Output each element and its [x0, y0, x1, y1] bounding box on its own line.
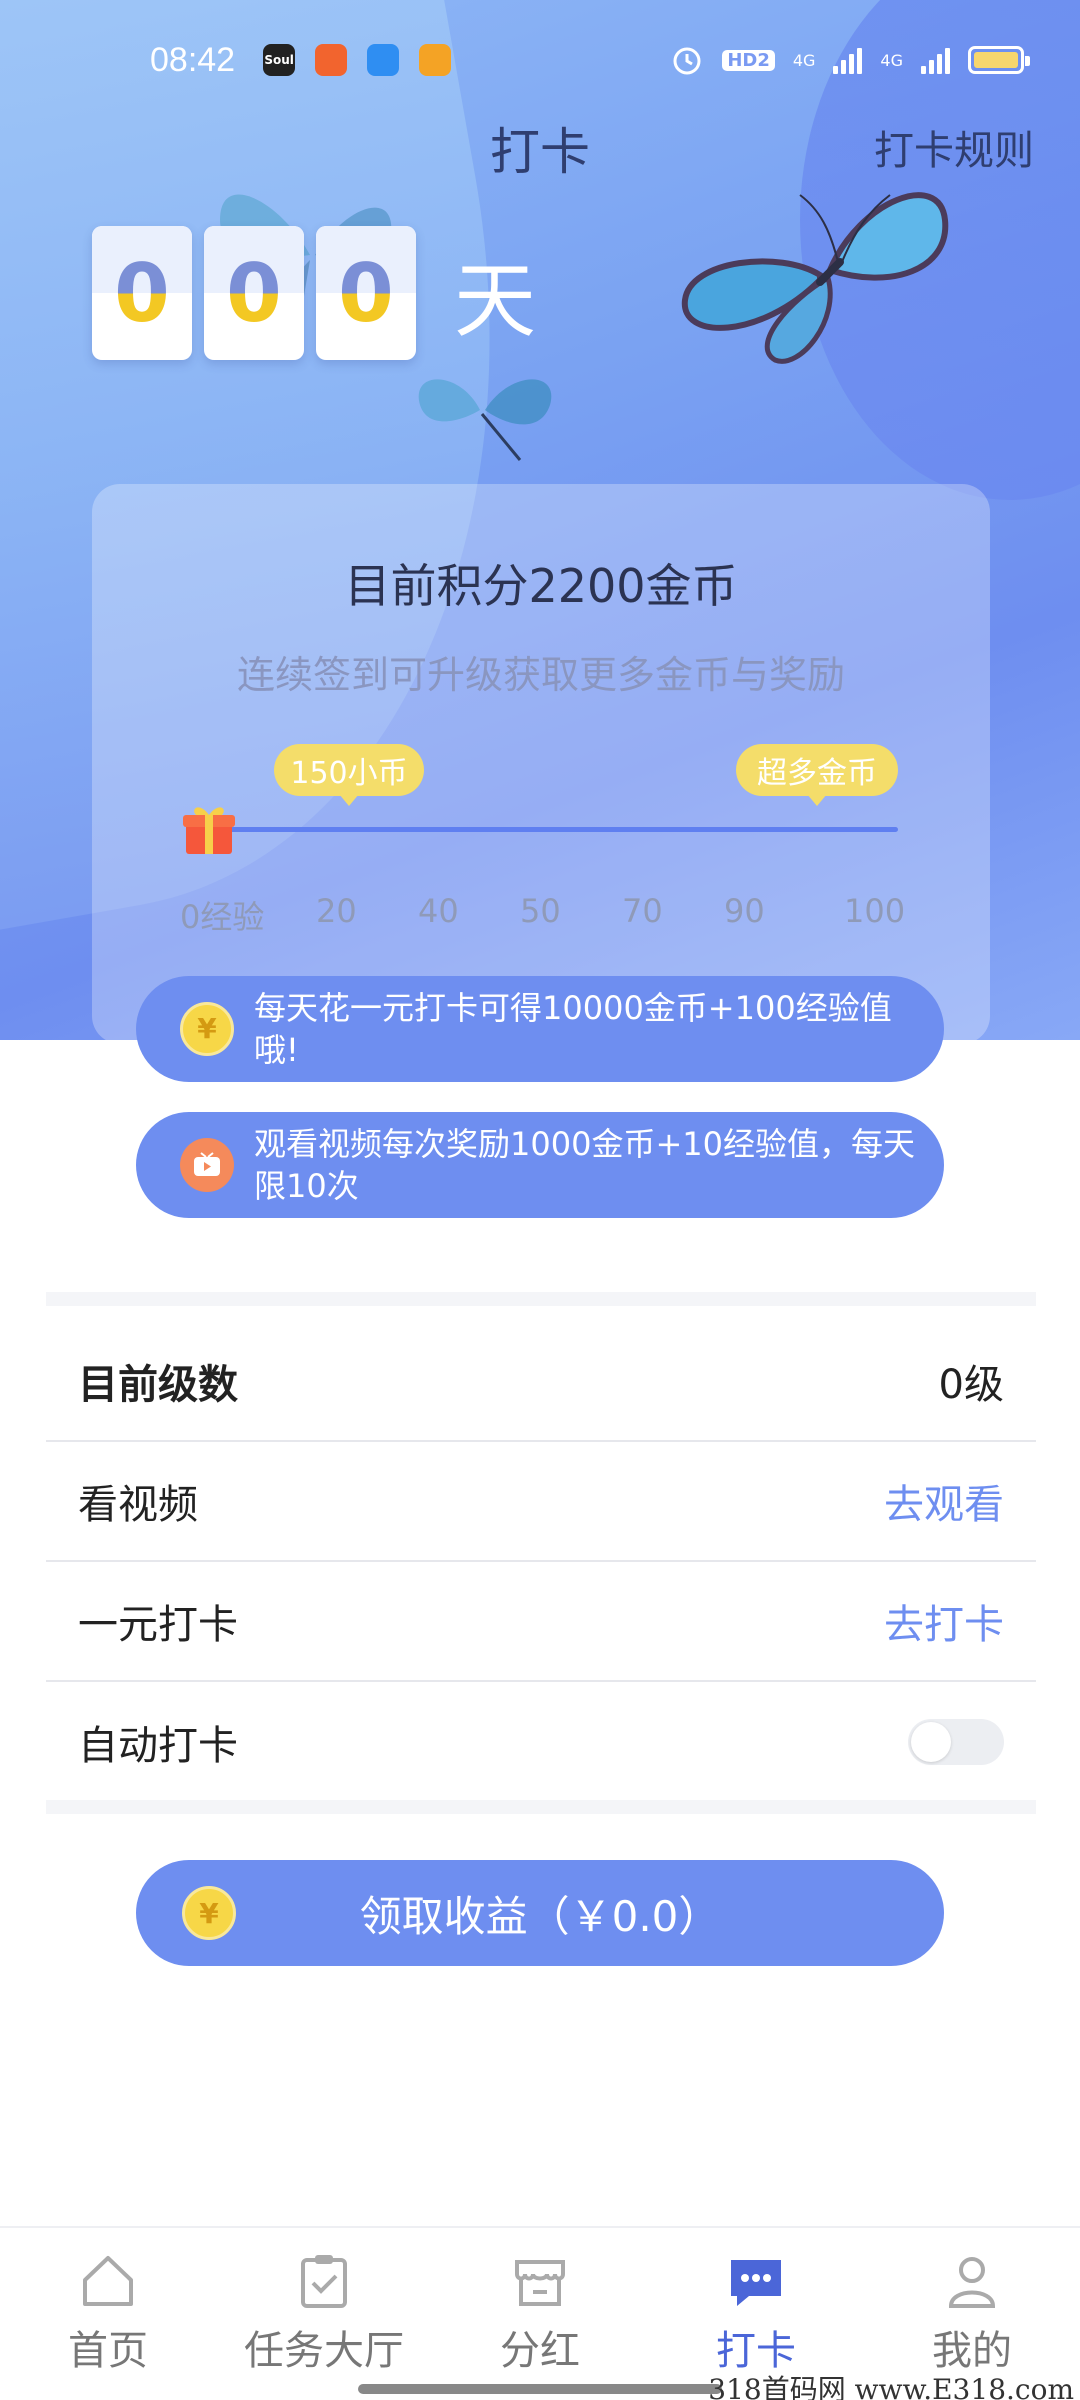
soul-app-icon: Soul	[263, 44, 296, 76]
points-card: 目前积分2200金币 连续签到可升级获取更多金币与奖励 150小币 超多金币 0…	[92, 484, 990, 1044]
chat-bubble-icon	[731, 2260, 781, 2306]
daily-checkin-reward-banner[interactable]: ¥ 每天花一元打卡可得10000金币+100经验值哦!	[136, 976, 944, 1082]
tick-label: 100	[844, 892, 906, 930]
counter-digit: 0	[316, 226, 416, 360]
home-icon	[83, 2256, 133, 2306]
watch-video-link[interactable]: 去观看	[884, 1472, 1004, 1530]
points-title: 目前积分2200金币	[344, 559, 738, 613]
settings-list: 目前级数 0级 看视频 去观看 一元打卡 去打卡 自动打卡	[46, 1322, 1036, 1802]
counter-digit: 0	[204, 226, 304, 360]
status-time: 08:42	[150, 40, 236, 79]
orange-app-icon	[315, 44, 348, 76]
one-yuan-checkin-row[interactable]: 一元打卡 去打卡	[46, 1562, 1036, 1682]
coin-icon: ¥	[182, 1886, 236, 1940]
section-divider	[46, 1800, 1036, 1814]
butterfly-large-icon	[681, 192, 949, 364]
home-indicator[interactable]	[358, 2384, 722, 2394]
experience-ticks: 0经验 20 40 50 70 90 100	[180, 892, 940, 936]
nav-home[interactable]: 首页	[0, 2228, 216, 2400]
nav-label: 任务大厅	[244, 2328, 404, 2374]
video-icon	[180, 1138, 234, 1192]
network-type-1: 4G	[792, 50, 816, 70]
battery-icon	[968, 46, 1030, 74]
auto-checkin-row: 自动打卡	[46, 1682, 1036, 1802]
hd-badge: HD2	[722, 49, 775, 71]
auto-checkin-label: 自动打卡	[78, 1723, 238, 1769]
nav-label: 首页	[68, 2328, 148, 2374]
user-icon	[948, 2257, 996, 2308]
butterfly-small-icon	[418, 379, 552, 461]
tick-label: 50	[520, 892, 561, 930]
coin-icon: ¥	[180, 1002, 234, 1056]
reward-text: 每天花一元打卡可得10000金币+100经验值哦!	[254, 989, 892, 1069]
claim-earnings-label: 领取收益（￥0.0）	[359, 1891, 721, 1941]
milestone-bubble-start: 150小币	[274, 744, 424, 806]
one-yuan-checkin-label: 一元打卡	[78, 1602, 238, 1648]
section-divider	[46, 1292, 1036, 1306]
experience-progress-bar	[222, 827, 898, 832]
status-app-icons: Soul	[263, 44, 452, 76]
status-bar: 08:42 Soul HD2 4G 4G	[0, 0, 1080, 120]
signal-icon-2	[921, 46, 950, 74]
reward-text: 观看视频每次奖励1000金币+10经验值，每天限10次	[254, 1125, 915, 1205]
level-label: 目前级数	[78, 1362, 238, 1408]
milestone-bubble-end: 超多金币	[736, 744, 898, 806]
store-icon	[515, 2260, 565, 2306]
tick-label: 70	[622, 892, 663, 930]
nav-task-hall[interactable]: 任务大厅	[216, 2228, 432, 2400]
tick-label: 90	[724, 892, 765, 930]
auto-checkin-toggle[interactable]	[908, 1719, 1004, 1765]
gift-icon	[183, 807, 235, 854]
tick-label: 0经验	[180, 898, 265, 936]
counter-digit: 0	[92, 226, 192, 360]
tick-label: 40	[418, 892, 459, 930]
nav-label: 分红	[500, 2328, 580, 2374]
watch-video-row[interactable]: 看视频 去观看	[46, 1442, 1036, 1562]
level-value: 0级	[938, 1362, 1004, 1408]
nav-dividend[interactable]: 分红	[432, 2228, 648, 2400]
tick-label: 20	[316, 892, 357, 930]
watermark: 318首码网 www.E318.com	[708, 2373, 1074, 2400]
counter-unit: 天	[454, 253, 537, 349]
checkin-rules-link[interactable]: 打卡规则	[874, 118, 1034, 176]
points-subtitle: 连续签到可升级获取更多金币与奖励	[236, 653, 845, 697]
alarm-icon	[673, 47, 701, 75]
blue-app-icon	[367, 44, 400, 76]
checkin-day-counter: 0 0 0 天	[92, 226, 536, 360]
weibo-app-icon	[419, 44, 452, 76]
claim-earnings-button[interactable]: ¥ 领取收益（￥0.0）	[136, 1860, 944, 1966]
level-row: 目前级数 0级	[46, 1322, 1036, 1442]
network-type-2: 4G	[880, 50, 903, 70]
one-yuan-checkin-link[interactable]: 去打卡	[884, 1592, 1004, 1650]
watch-video-label: 看视频	[78, 1482, 198, 1528]
video-reward-banner[interactable]: 观看视频每次奖励1000金币+10经验值，每天限10次	[136, 1112, 944, 1218]
signal-icon-1	[833, 46, 863, 74]
clipboard-check-icon	[301, 2255, 347, 2308]
